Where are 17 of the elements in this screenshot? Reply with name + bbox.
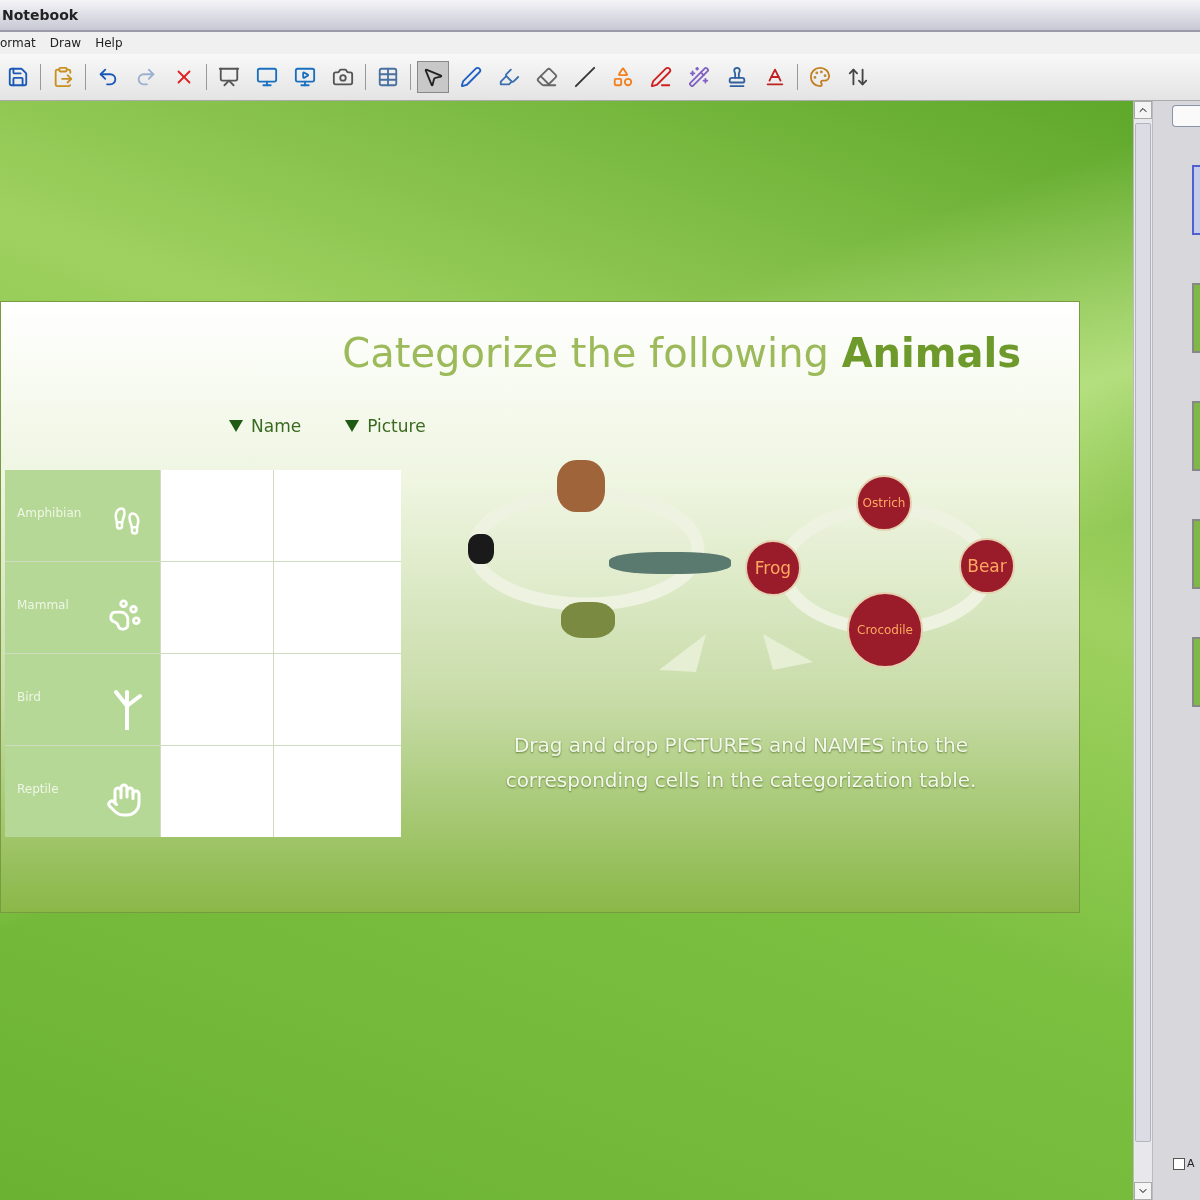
name-token[interactable]: Bear	[959, 538, 1015, 594]
checkbox-label: A	[1187, 1157, 1195, 1170]
row-label: Reptile	[17, 782, 59, 796]
menu-item[interactable]: Help	[95, 36, 123, 50]
instruction-text: Drag and drop PICTURES and NAMES into the corresponding cells in the categorization table.	[504, 732, 978, 794]
name-token[interactable]: Ostrich	[856, 475, 912, 531]
column-header[interactable]: Picture	[345, 416, 426, 436]
menu-item[interactable]: Draw	[49, 36, 82, 50]
window-title: Notebook	[2, 7, 79, 23]
row-label: Amphibian	[17, 506, 82, 520]
slide-title: Categorize the following Animals	[342, 330, 1021, 376]
menu-item[interactable]: ormat	[0, 36, 36, 50]
column-header[interactable]: Name	[229, 416, 302, 436]
row-label: Bird	[17, 690, 41, 704]
row-label: Mammal	[17, 598, 69, 612]
name-token[interactable]: Frog	[745, 540, 801, 596]
name-token[interactable]: Crocodile	[847, 592, 923, 668]
